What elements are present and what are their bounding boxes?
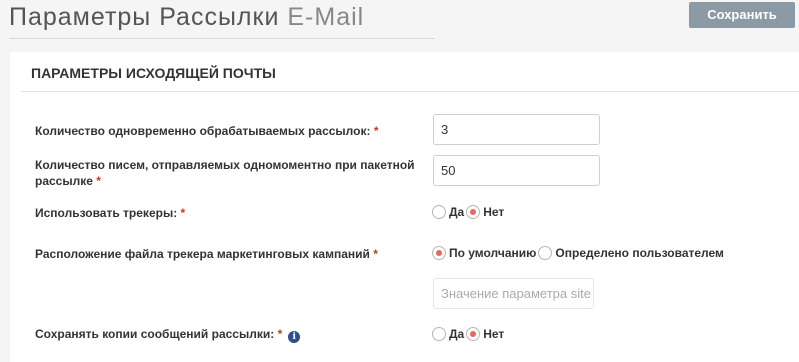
save-copies-label: Сохранять копии сообщений рассылки: * i: [35, 326, 301, 343]
use-trackers-yes-label[interactable]: Да: [449, 205, 464, 219]
title-divider: [9, 38, 435, 39]
page-title-sub: E-Mail: [287, 3, 365, 31]
use-trackers-label-text: Использовать трекеры:: [35, 206, 178, 220]
required-mark: *: [180, 206, 186, 220]
tracker-location-default-radio[interactable]: [432, 246, 446, 260]
tracker-location-label: Расположение файла трекера маркетинговых…: [35, 246, 378, 262]
batch-size-label-text: Количество писем, отправляемых одномомен…: [35, 158, 415, 188]
panel-divider: [21, 91, 799, 92]
save-copies-no-radio[interactable]: [466, 327, 481, 341]
tracker-location-user-radio[interactable]: [538, 246, 553, 260]
use-trackers-label: Использовать трекеры: *: [35, 205, 185, 221]
page-title-main: Параметры Рассылки: [9, 3, 280, 31]
required-mark: *: [96, 174, 101, 188]
save-copies-radio-group: Да Нет: [432, 325, 506, 343]
use-trackers-radio-group: Да Нет: [432, 203, 506, 221]
required-mark: *: [277, 327, 283, 341]
tracker-location-label-text: Расположение файла трекера маркетинговых…: [35, 247, 370, 261]
required-mark: *: [373, 124, 379, 138]
tracker-url-input[interactable]: [433, 278, 594, 309]
use-trackers-no-radio[interactable]: [466, 205, 481, 219]
page-title: Параметры Рассылки E-Mail: [9, 3, 364, 32]
use-trackers-yes-radio[interactable]: [432, 205, 446, 219]
save-copies-yes-label[interactable]: Да: [449, 327, 464, 341]
concurrent-campaigns-label: Количество одновременно обрабатываемых р…: [35, 123, 378, 139]
batch-size-input[interactable]: [433, 155, 600, 186]
concurrent-campaigns-label-text: Количество одновременно обрабатываемых р…: [35, 124, 371, 138]
save-copies-yes-radio[interactable]: [432, 327, 446, 341]
concurrent-campaigns-input[interactable]: [433, 114, 600, 145]
required-mark: *: [373, 247, 378, 261]
save-copies-label-text: Сохранять копии сообщений рассылки:: [35, 327, 275, 341]
tracker-location-radio-group: По умолчанию Определено пользователем: [432, 244, 726, 262]
save-copies-no-label[interactable]: Нет: [483, 327, 504, 341]
save-button[interactable]: Сохранить: [689, 2, 795, 28]
panel-title: ПАРАМЕТРЫ ИСХОДЯЩЕЙ ПОЧТЫ: [31, 65, 276, 81]
tracker-location-default-label[interactable]: По умолчанию: [449, 246, 536, 260]
outgoing-mail-panel: ПАРАМЕТРЫ ИСХОДЯЩЕЙ ПОЧТЫ Количество одн…: [10, 52, 799, 362]
info-icon[interactable]: i: [288, 331, 301, 343]
use-trackers-no-label[interactable]: Нет: [483, 205, 504, 219]
tracker-location-user-label[interactable]: Определено пользователем: [555, 246, 724, 260]
page-header: Параметры Рассылки E-Mail Сохранить: [0, 0, 799, 52]
batch-size-label: Количество писем, отправляемых одномомен…: [35, 157, 415, 189]
